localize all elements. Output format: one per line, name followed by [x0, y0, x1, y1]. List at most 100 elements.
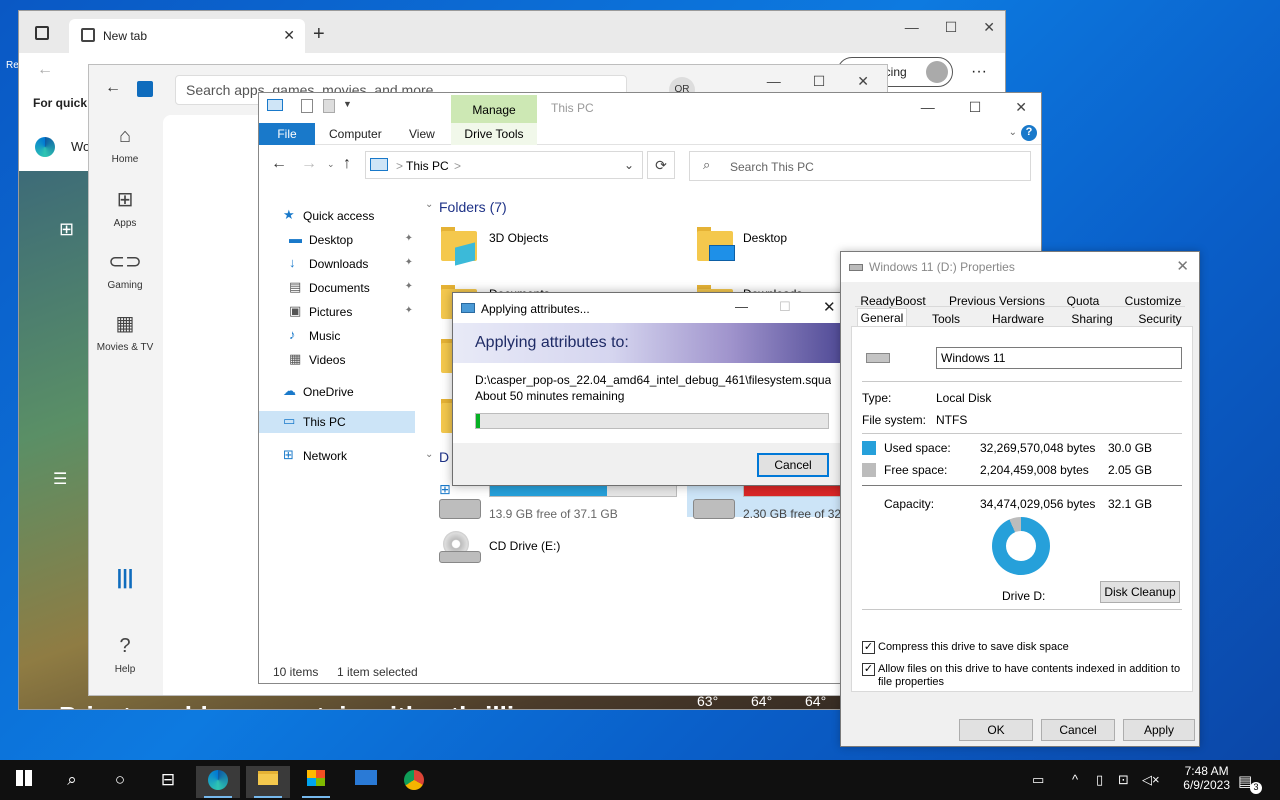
close-icon[interactable]: ✕ — [1176, 257, 1189, 275]
breadcrumb-sep: > — [396, 159, 404, 173]
tab-actions-icon[interactable] — [35, 26, 49, 40]
folder-3d-objects[interactable]: 3D Objects — [489, 231, 548, 245]
properties-qat-icon[interactable] — [301, 99, 313, 113]
cancel-button[interactable]: Cancel — [757, 453, 829, 477]
tab-security[interactable]: Security — [1133, 312, 1187, 326]
task-view-icon[interactable]: ⊟ — [146, 766, 190, 798]
collapse-icon[interactable]: ⌄ — [425, 449, 433, 460]
up-icon[interactable]: ↑ — [343, 155, 351, 173]
back-icon[interactable]: ← — [105, 79, 121, 97]
nav-apps[interactable]: ⊞ Apps — [89, 187, 161, 229]
minimize-icon[interactable]: — — [921, 99, 935, 116]
search-input[interactable]: Search This PC — [689, 151, 1031, 181]
nav-documents[interactable]: ▤ Documents ✦ — [289, 279, 415, 301]
volume-name-input[interactable]: Windows 11 — [936, 347, 1182, 369]
ok-button[interactable]: OK — [959, 719, 1033, 741]
close-icon[interactable]: ✕ — [823, 298, 836, 316]
device-icon[interactable]: ▯ — [1096, 772, 1103, 788]
search-icon[interactable]: ⌕ — [50, 766, 94, 798]
breadcrumb-thispc[interactable]: This PC — [406, 159, 449, 173]
tab-general[interactable]: General — [857, 308, 907, 328]
folders-group-header[interactable]: Folders (7) — [439, 199, 507, 215]
progress-fill — [476, 414, 480, 428]
taskbar-edge[interactable] — [196, 766, 240, 798]
taskbar-file-explorer[interactable] — [246, 766, 290, 798]
maximize-icon[interactable]: ☐ — [969, 99, 982, 116]
recent-dropdown-icon[interactable]: ⌄ — [327, 159, 335, 170]
news-headline[interactable]: Private golden mountain with a thrilling… — [59, 701, 567, 709]
nav-this-pc[interactable]: ▭ This PC — [259, 411, 415, 433]
tab-tools[interactable]: Tools — [921, 312, 971, 326]
news-widget-icon[interactable]: ▭ — [1032, 772, 1044, 788]
collapse-icon[interactable]: ⌄ — [425, 199, 433, 210]
tab-computer[interactable]: Computer — [329, 127, 382, 141]
close-icon[interactable]: ✕ — [1015, 99, 1027, 116]
nav-pictures[interactable]: ▣ Pictures ✦ — [289, 303, 415, 325]
close-icon[interactable]: ✕ — [983, 19, 995, 36]
compress-label[interactable]: Compress this drive to save disk space — [878, 641, 1069, 653]
used-label: Used space: — [884, 441, 951, 455]
nav-library[interactable]: ||| — [89, 567, 161, 596]
tab-file[interactable]: File — [259, 123, 315, 145]
file-path: D:\casper_pop-os_22.04_amd64_intel_debug… — [475, 373, 831, 387]
close-tab-icon[interactable]: ✕ — [283, 27, 295, 44]
address-bar[interactable]: > This PC > ⌄ — [365, 151, 643, 179]
tab-view[interactable]: View — [409, 127, 435, 141]
tab-sharing[interactable]: Sharing — [1065, 312, 1119, 326]
taskbar-store[interactable] — [294, 766, 338, 798]
help-icon[interactable]: ? — [1021, 125, 1037, 141]
nav-videos[interactable]: ▦ Videos — [289, 351, 415, 373]
minimize-icon[interactable]: — — [905, 19, 919, 36]
nav-home[interactable]: ⌂ Home — [89, 125, 161, 165]
index-label[interactable]: Allow files on this drive to have conten… — [878, 663, 1184, 689]
maximize-icon[interactable]: ☐ — [945, 19, 958, 36]
nav-desktop[interactable]: ▬ Desktop ✦ — [289, 231, 415, 253]
pin-icon: ✦ — [404, 305, 413, 316]
refresh-button[interactable]: ⟳ — [647, 151, 675, 179]
nav-quick-access[interactable]: ★ Quick access — [283, 207, 415, 229]
disk-cleanup-button[interactable]: Disk Cleanup — [1100, 581, 1180, 603]
nav-movies[interactable]: ▦ Movies & TV — [89, 311, 161, 353]
address-dropdown-icon[interactable]: ⌄ — [624, 158, 634, 172]
cancel-button[interactable]: Cancel — [1041, 719, 1115, 741]
index-checkbox[interactable]: ✓ — [862, 663, 875, 676]
folder-desktop[interactable]: Desktop — [743, 231, 787, 245]
apply-button[interactable]: Apply — [1123, 719, 1195, 741]
nav-network[interactable]: ⊞ Network — [283, 447, 415, 469]
taskbar-chrome[interactable] — [392, 766, 436, 798]
nav-onedrive[interactable]: ☁ OneDrive — [283, 383, 415, 405]
maximize-icon[interactable]: ☐ — [813, 73, 826, 90]
nav-downloads[interactable]: ↓ Downloads ✦ — [289, 255, 415, 277]
taskbar-mail[interactable] — [344, 766, 388, 798]
forward-icon[interactable]: → — [301, 155, 317, 173]
nav-help[interactable]: ? Help — [89, 635, 161, 675]
qat-dropdown-icon[interactable]: ▼ — [343, 99, 352, 109]
expand-ribbon-icon[interactable]: ⌄ — [1009, 127, 1017, 138]
back-icon[interactable]: ← — [37, 61, 53, 79]
close-icon[interactable]: ✕ — [857, 73, 869, 90]
tab-drive-tools[interactable]: Drive Tools — [451, 123, 537, 145]
hamburger-icon[interactable]: ☰ — [53, 469, 67, 489]
newfolder-qat-icon[interactable] — [323, 99, 335, 113]
volume-muted-icon[interactable]: ◁× — [1142, 772, 1160, 788]
minimize-icon[interactable]: — — [735, 299, 748, 314]
back-icon[interactable]: ← — [271, 155, 287, 173]
grid-icon[interactable]: ⊞ — [59, 219, 74, 240]
clock[interactable]: 7:48 AM 6/9/2023 — [1183, 764, 1230, 792]
cortana-icon[interactable]: ○ — [98, 766, 142, 798]
tab-hardware[interactable]: Hardware — [987, 312, 1049, 326]
devices-group-header[interactable]: D — [439, 449, 449, 465]
status-selected: 1 item selected — [337, 665, 418, 679]
network-icon[interactable]: ⊡ — [1118, 772, 1129, 788]
nav-gaming[interactable]: ⊂⊃ Gaming — [89, 249, 161, 291]
minimize-icon[interactable]: — — [767, 73, 781, 90]
start-button[interactable] — [2, 766, 46, 798]
new-tab-button[interactable]: + — [313, 23, 325, 46]
edge-tab-new[interactable]: New tab ✕ — [69, 19, 305, 53]
cd-drive-label[interactable]: CD Drive (E:) — [489, 539, 560, 553]
breadcrumb-sep[interactable]: > — [454, 159, 461, 173]
show-hidden-icons-icon[interactable]: ^ — [1072, 772, 1078, 787]
compress-checkbox[interactable]: ✓ — [862, 641, 875, 654]
more-menu-icon[interactable]: ··· — [971, 63, 987, 81]
nav-music[interactable]: ♪ Music — [289, 327, 415, 349]
